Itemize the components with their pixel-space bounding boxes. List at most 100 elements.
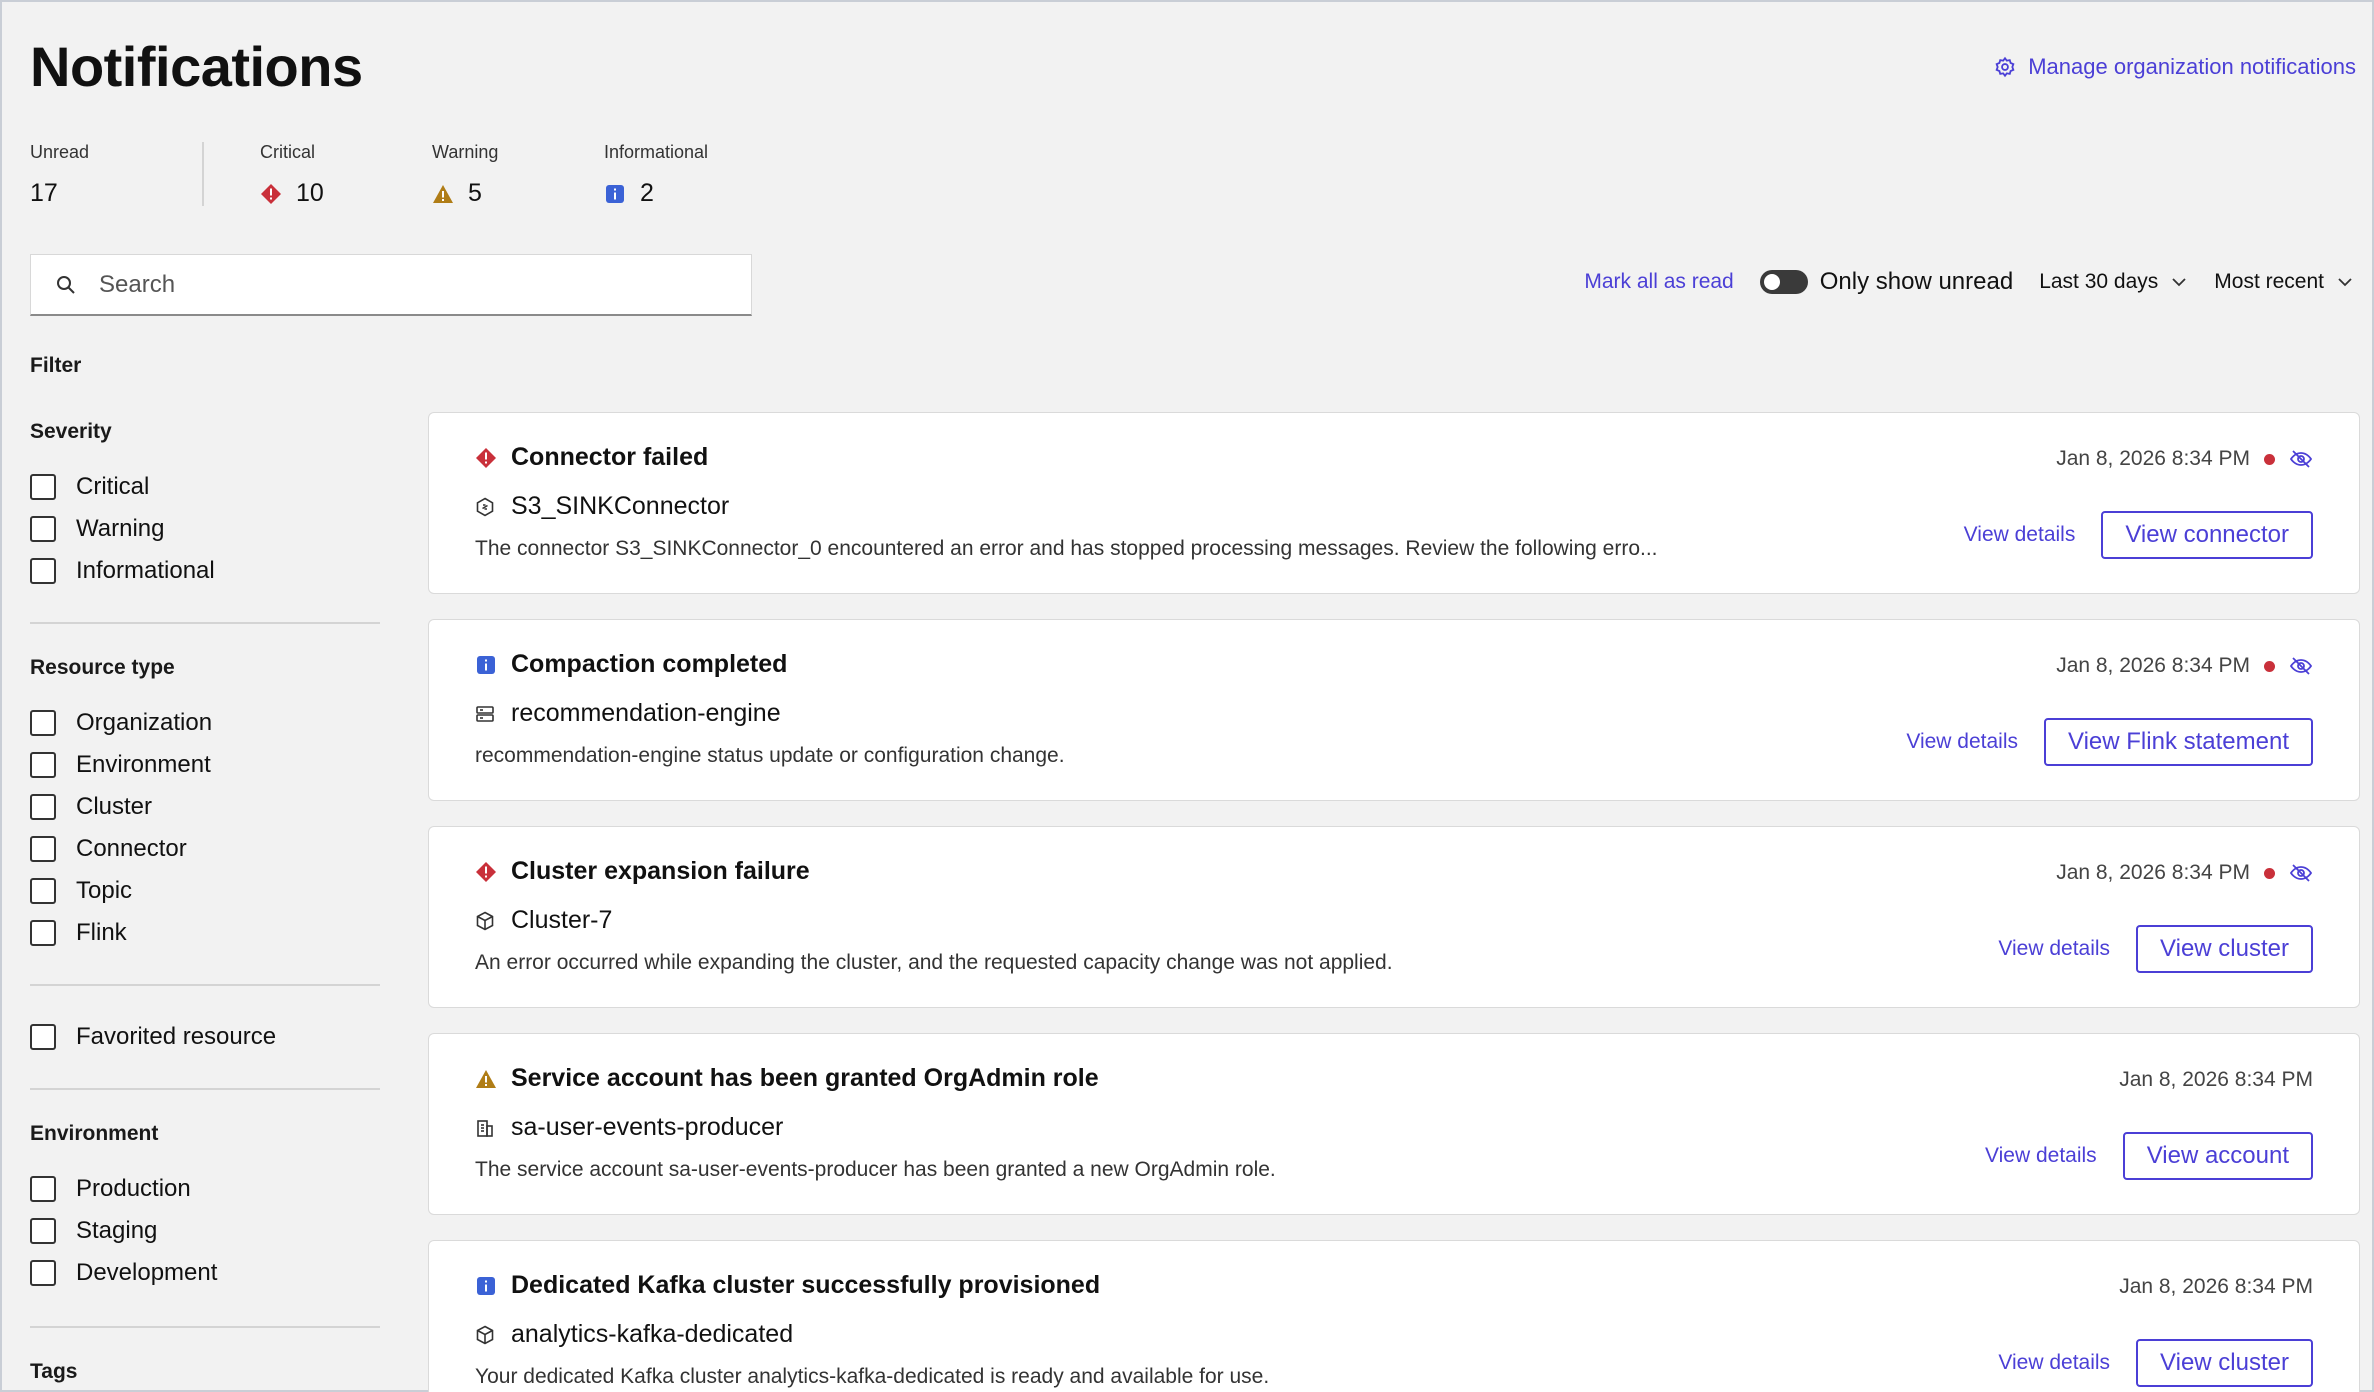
view-details-link[interactable]: View details [1985, 1144, 2097, 1168]
notification-card[interactable]: Compaction completed Jan 8, 2026 8:34 PM… [428, 619, 2360, 801]
unread-count: 17 [30, 179, 58, 207]
critical-icon [476, 447, 496, 468]
notification-card[interactable]: Cluster expansion failure Jan 8, 2026 8:… [428, 826, 2360, 1008]
notifications-toolbar: Mark all as read Only show unread Last 3… [1584, 268, 2354, 296]
filter-severity-critical[interactable]: Critical [30, 466, 380, 508]
notification-card[interactable]: Connector failed Jan 8, 2026 8:34 PM S3_… [428, 412, 2360, 594]
filter-resource-connector[interactable]: Connector [30, 828, 380, 870]
mark-read-icon[interactable] [2289, 861, 2313, 885]
notification-card[interactable]: Service account has been granted OrgAdmi… [428, 1033, 2360, 1215]
informational-count: 2 [640, 179, 654, 207]
warning-icon [476, 1069, 496, 1088]
notification-resource: Cluster-7 [511, 906, 613, 934]
notification-title: Dedicated Kafka cluster successfully pro… [511, 1271, 1101, 1299]
filter-label: Development [76, 1259, 218, 1286]
filter-resource-organization[interactable]: Organization [30, 702, 380, 744]
date-range-dropdown[interactable]: Last 30 days [2039, 270, 2188, 294]
checkbox[interactable] [30, 794, 56, 820]
gear-icon [1995, 56, 2015, 78]
checkbox[interactable] [30, 752, 56, 778]
info-icon [477, 655, 495, 674]
notification-description: Your dedicated Kafka cluster analytics-k… [475, 1365, 1270, 1388]
notification-description: An error occurred while expanding the cl… [475, 951, 1393, 974]
filter-severity-warning[interactable]: Warning [30, 508, 380, 550]
resource-type-filter-group: Resource type Organization Environment C… [30, 656, 380, 954]
sort-dropdown[interactable]: Most recent [2214, 270, 2354, 294]
checkbox[interactable] [30, 1218, 56, 1244]
checkbox[interactable] [30, 558, 56, 584]
filter-label: Staging [76, 1217, 158, 1244]
view-resource-button[interactable]: View account [2122, 1132, 2313, 1180]
checkbox[interactable] [30, 516, 56, 542]
page-title: Notifications [30, 35, 363, 98]
checkbox[interactable] [30, 836, 56, 862]
view-resource-button[interactable]: View cluster [2136, 1339, 2313, 1387]
view-details-link[interactable]: View details [1964, 523, 2076, 547]
notification-timestamp: Jan 8, 2026 8:34 PM [2056, 447, 2250, 470]
filter-env-development[interactable]: Development [30, 1252, 380, 1294]
unread-indicator [2264, 660, 2275, 672]
date-range-value: Last 30 days [2039, 270, 2159, 293]
filter-resource-environment[interactable]: Environment [30, 744, 380, 786]
chevron-down-icon [2338, 278, 2352, 287]
filter-label: Topic [76, 877, 133, 904]
filter-label: Organization [76, 709, 213, 736]
filter-resource-cluster[interactable]: Cluster [30, 786, 380, 828]
filter-label: Cluster [76, 793, 153, 820]
environment-filter-group: Environment Production Staging Developme… [30, 1122, 380, 1294]
critical-icon [261, 183, 281, 204]
filter-env-production[interactable]: Production [30, 1168, 380, 1210]
view-details-link[interactable]: View details [1998, 1351, 2110, 1375]
view-resource-button[interactable]: View cluster [2136, 925, 2313, 973]
notification-card[interactable]: Dedicated Kafka cluster successfully pro… [428, 1240, 2360, 1392]
filter-label: Critical [76, 473, 150, 500]
checkbox[interactable] [30, 710, 56, 736]
filter-env-staging[interactable]: Staging [30, 1210, 380, 1252]
mark-read-icon[interactable] [2289, 654, 2313, 678]
environment-title: Environment [30, 1122, 159, 1145]
warning-icon [433, 184, 453, 203]
checkbox[interactable] [30, 1024, 56, 1050]
view-resource-button[interactable]: View connector [2101, 511, 2313, 559]
view-details-link[interactable]: View details [1906, 730, 2018, 754]
filter-label: Connector [76, 835, 187, 862]
notification-title: Cluster expansion failure [511, 857, 810, 885]
critical-count: 10 [296, 179, 324, 207]
checkbox[interactable] [30, 1176, 56, 1202]
checkbox[interactable] [30, 878, 56, 904]
filter-resource-topic[interactable]: Topic [30, 870, 380, 912]
checkbox[interactable] [30, 920, 56, 946]
cluster-icon [476, 911, 494, 930]
notification-timestamp: Jan 8, 2026 8:34 PM [2056, 654, 2250, 677]
flink-statement-icon [476, 705, 494, 722]
filter-resource-flink[interactable]: Flink [30, 912, 380, 954]
filter-label: Flink [76, 919, 127, 946]
notification-timestamp: Jan 8, 2026 8:34 PM [2119, 1275, 2313, 1298]
filter-label: Favorited resource [76, 1023, 277, 1050]
manage-notifications-link[interactable]: Manage organization notifications [1994, 54, 2356, 80]
informational-stat: Informational 2 [604, 142, 804, 208]
notification-description: The service account sa-user-events-produ… [475, 1158, 1276, 1181]
search-icon [57, 275, 75, 294]
info-icon [606, 184, 624, 203]
filter-severity-informational[interactable]: Informational [30, 550, 380, 592]
notification-list: Connector failed Jan 8, 2026 8:34 PM S3_… [428, 412, 2360, 1392]
cluster-icon [476, 1325, 494, 1344]
mark-read-icon[interactable] [2289, 447, 2313, 471]
notification-description: recommendation-engine status update or c… [475, 744, 1065, 767]
connector-icon [476, 497, 494, 516]
severity-title: Severity [30, 420, 112, 443]
resource-type-title: Resource type [30, 656, 175, 679]
filter-favorited-resource[interactable]: Favorited resource [30, 1016, 380, 1058]
only-unread-toggle[interactable] [1759, 270, 1808, 294]
notification-title: Connector failed [511, 443, 709, 471]
checkbox[interactable] [30, 474, 56, 500]
checkbox[interactable] [30, 1260, 56, 1286]
search-input[interactable] [99, 270, 699, 299]
mark-all-read-button[interactable]: Mark all as read [1584, 270, 1733, 294]
view-details-link[interactable]: View details [1998, 937, 2110, 961]
search-box[interactable] [30, 254, 752, 316]
view-resource-button[interactable]: View Flink statement [2044, 718, 2313, 766]
notification-description: The connector S3_SINKConnector_0 encount… [475, 537, 1658, 560]
notification-resource: analytics-kafka-dedicated [511, 1320, 794, 1348]
